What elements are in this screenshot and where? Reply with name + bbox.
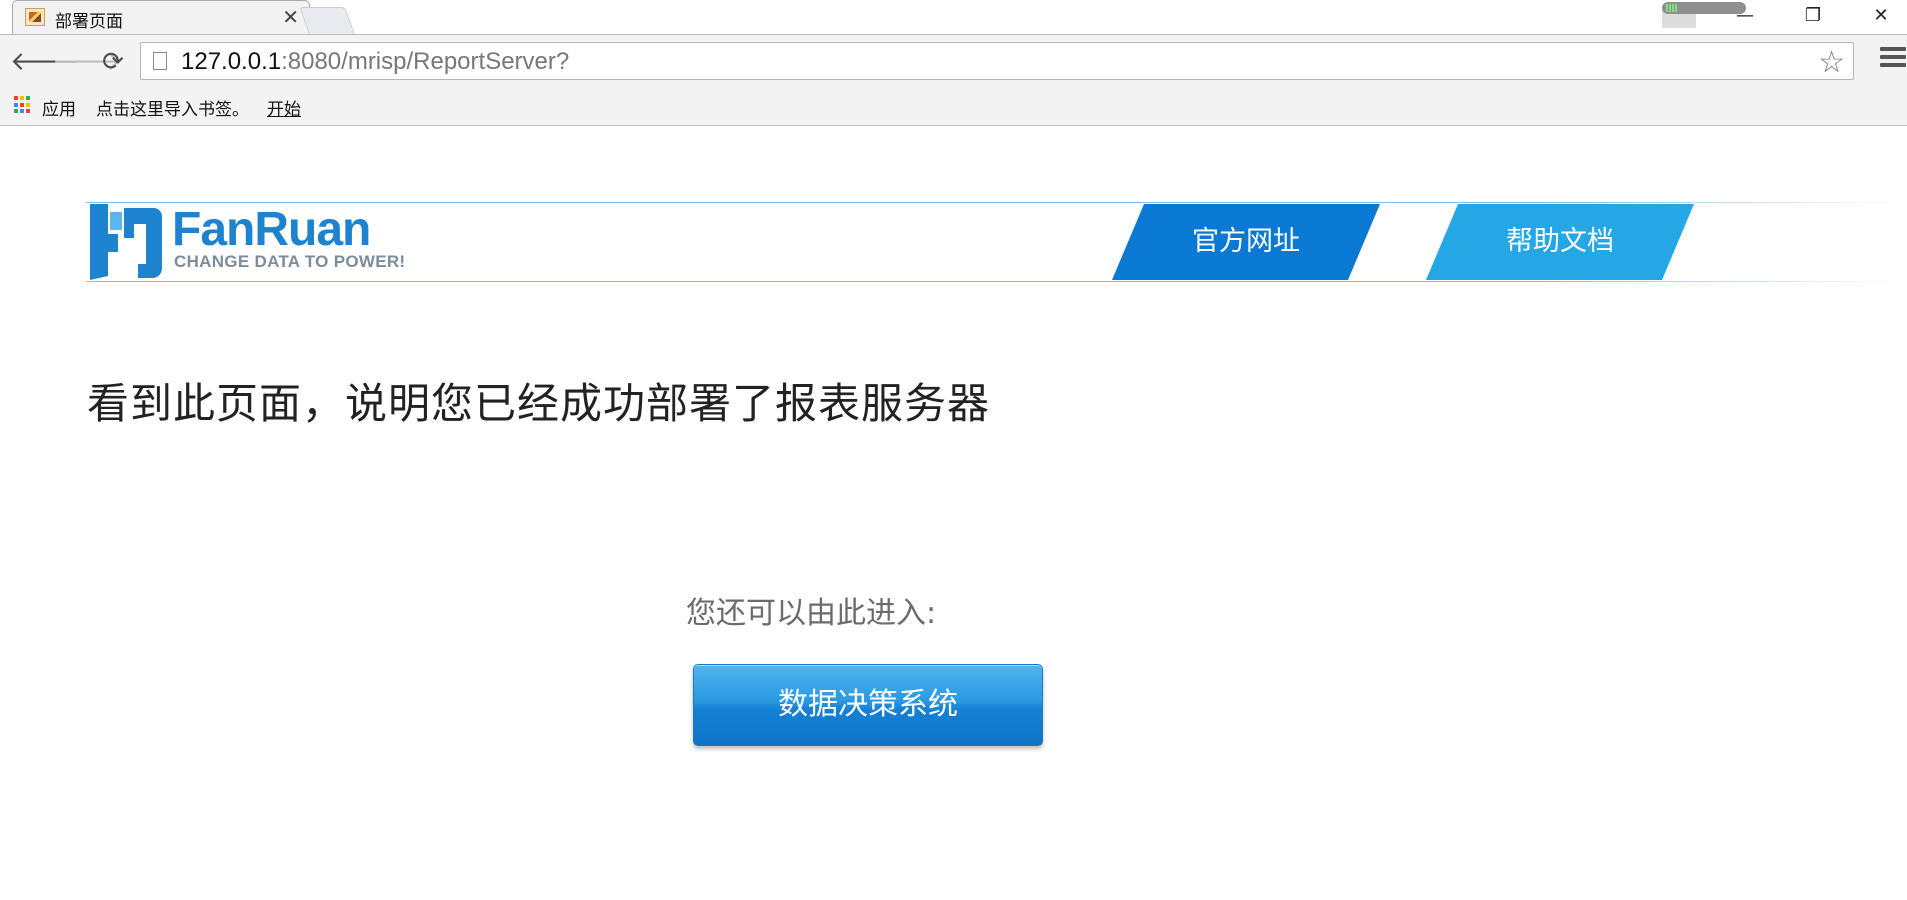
bookmarks-bar: 应用 点击这里导入书签。 开始 — [0, 89, 1907, 126]
new-tab-button[interactable] — [299, 7, 355, 34]
browser-tabstrip: 部署页面 ✕ — ❐ ✕ — [0, 0, 1907, 35]
fanruan-logo-icon — [90, 204, 162, 280]
forward-button[interactable]: 🡒 — [52, 45, 122, 79]
brand-name: FanRuan — [172, 203, 371, 256]
tab-title: 部署页面 — [55, 12, 123, 32]
url-text[interactable]: 127.0.0.1:8080/mrisp/ReportServer? — [181, 48, 569, 76]
restore-button[interactable]: ❐ — [1790, 2, 1836, 30]
bookmark-apps[interactable]: 应用 — [42, 95, 76, 120]
back-button[interactable]: 🡐 — [10, 45, 80, 79]
header-banner: FanRuan CHANGE DATA TO POWER! 官方网址 帮助文档 — [86, 202, 1907, 282]
minimize-button[interactable]: — — [1722, 2, 1768, 30]
banner-divider — [86, 281, 1907, 282]
help-docs-label: 帮助文档 — [1506, 226, 1614, 257]
close-window-button[interactable]: ✕ — [1858, 2, 1904, 30]
url-host: 127.0.0.1 — [181, 48, 282, 75]
bookmark-import-hint[interactable]: 点击这里导入书签。 — [96, 95, 249, 120]
page-icon — [153, 52, 167, 70]
enter-label: 您还可以由此进入: — [686, 596, 937, 631]
bookmark-star-icon[interactable]: ☆ — [1818, 45, 1845, 80]
menu-icon[interactable] — [1880, 47, 1906, 71]
favicon-icon — [25, 8, 45, 26]
apps-grid-icon[interactable] — [14, 96, 32, 114]
official-site-link[interactable]: 官方网址 — [1112, 204, 1380, 280]
official-site-label: 官方网址 — [1192, 226, 1300, 257]
browser-toolbar: 🡐 🡒 ⟳ 127.0.0.1:8080/mrisp/ReportServer?… — [0, 35, 1907, 89]
tab-close-icon[interactable]: ✕ — [282, 5, 299, 29]
bookmark-start[interactable]: 开始 — [267, 95, 301, 120]
reload-button[interactable]: ⟳ — [96, 45, 130, 79]
decision-system-button[interactable]: 数据决策系统 — [693, 664, 1043, 746]
url-path: :8080/mrisp/ReportServer? — [281, 48, 570, 75]
brand-tagline: CHANGE DATA TO POWER! — [174, 252, 406, 271]
page-headline: 看到此页面，说明您已经成功部署了报表服务器 — [87, 379, 991, 428]
browser-tab[interactable]: 部署页面 ✕ — [12, 0, 310, 34]
address-bar[interactable]: 127.0.0.1:8080/mrisp/ReportServer? ☆ — [140, 42, 1854, 80]
help-docs-link[interactable]: 帮助文档 — [1426, 204, 1694, 280]
